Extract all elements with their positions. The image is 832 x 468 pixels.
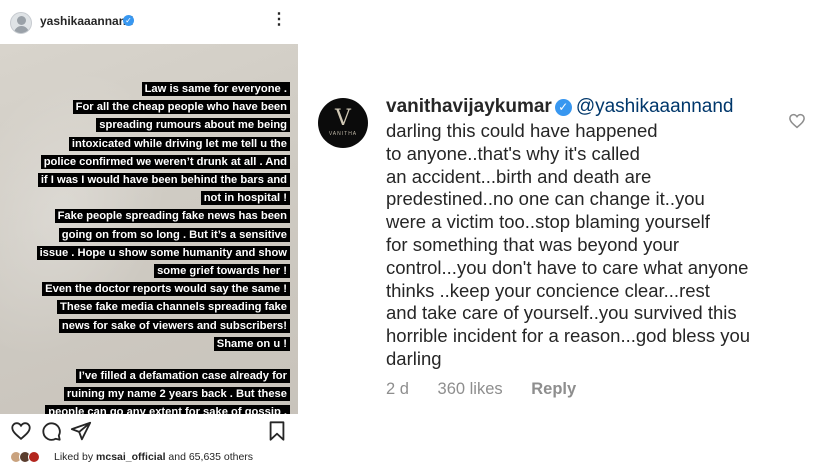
story-text-line-label: people can go any extent for sake of gos… xyxy=(45,405,290,414)
story-text-line: not in hospital ! xyxy=(10,189,290,207)
story-text-line-label: police confirmed we weren’t drunk at all… xyxy=(40,154,290,169)
story-text-line: intoxicated while driving let me tell u … xyxy=(10,135,290,153)
story-text-line: people can go any extent for sake of gos… xyxy=(10,403,290,414)
story-text-line-label: some grief towards her ! xyxy=(154,264,290,279)
comment-likes[interactable]: 360 likes xyxy=(438,380,503,398)
comment-text-line: control...you don't have to care what an… xyxy=(386,256,749,278)
liked-user-link[interactable]: mcsai_official xyxy=(96,451,165,463)
instagram-post: yashikaaannand ✓ ⋮ Law is same for every… xyxy=(0,0,298,468)
story-text-gap xyxy=(10,353,290,367)
story-text-line: I’ve filled a defamation case already fo… xyxy=(10,367,290,385)
story-text-line-label: news for sake of viewers and subscribers… xyxy=(58,318,290,333)
story-text-line-label: intoxicated while driving let me tell u … xyxy=(68,136,290,151)
comment-text-line: darling this could have happened xyxy=(386,120,658,141)
comment-meta: 2 d 360 likes Reply xyxy=(386,380,600,399)
story-text-line: police confirmed we weren’t drunk at all… xyxy=(10,153,290,171)
comment-text-line: horrible incident for a reason...god ble… xyxy=(386,325,751,347)
liked-suffix: and 65,635 others xyxy=(168,451,254,463)
story-text-line-label: Fake people spreading fake news has been xyxy=(54,209,290,224)
comment-text-line: predestined..no one can change it..you xyxy=(386,188,705,210)
story-text: Law is same for everyone . For all the ch… xyxy=(10,80,290,414)
comment-text-line: an accident...birth and death are xyxy=(386,165,652,187)
verified-badge-icon: ✓ xyxy=(123,15,134,26)
story-text-line-label: if I was I would have been behind the ba… xyxy=(37,173,290,188)
story-image: Law is same for everyone . For all the ch… xyxy=(0,44,298,414)
story-text-line: some grief towards her ! xyxy=(10,262,290,280)
story-text-line-label: going on from so long . But it’s a sensi… xyxy=(58,227,290,242)
story-text-line: For all the cheap people who have been xyxy=(10,98,290,116)
story-text-line: These fake media channels spreading fake xyxy=(10,298,290,316)
verified-badge-icon: ✓ xyxy=(554,99,572,116)
share-icon[interactable] xyxy=(70,420,92,442)
story-text-line-label: not in hospital ! xyxy=(200,191,290,206)
comment-text: darling this could have happened to anyon… xyxy=(386,120,806,371)
story-text-line: if I was I would have been behind the ba… xyxy=(10,171,290,189)
liker-avatar xyxy=(28,451,40,463)
story-text-line: going on from so long . But it’s a sensi… xyxy=(10,226,290,244)
story-text-line-label: spreading rumours about me being xyxy=(96,118,290,133)
comment-username[interactable]: vanithavijaykumar xyxy=(386,96,552,117)
avatar[interactable] xyxy=(10,12,32,34)
heart-icon[interactable] xyxy=(10,420,32,442)
post-header: yashikaaannand ✓ ⋮ xyxy=(0,0,298,44)
liked-by-text: Liked by mcsai_official and 65,635 other… xyxy=(54,451,253,463)
comment-text-line: thinks ..keep your concience clear...res… xyxy=(386,279,710,301)
story-text-line: Law is same for everyone . xyxy=(10,80,290,98)
story-text-line-label: Law is same for everyone . xyxy=(141,82,290,96)
reply-button[interactable]: Reply xyxy=(531,380,576,398)
story-text-line-label: For all the cheap people who have been xyxy=(72,100,290,115)
story-text-line-label: Even the doctor reports would say the sa… xyxy=(42,282,290,297)
story-text-line-label: issue . Hope u show some humanity and sh… xyxy=(36,245,290,260)
story-text-line: Fake people spreading fake news has been xyxy=(10,207,290,225)
mention-link[interactable]: @yashikaaannand xyxy=(576,96,734,117)
comment-like-heart-icon[interactable] xyxy=(788,112,806,130)
comment-icon[interactable] xyxy=(40,420,62,442)
story-text-line-label: ruining my name 2 years back . But these xyxy=(63,387,290,402)
comment-text-line: and take care of yourself..you survived … xyxy=(386,302,737,324)
story-text-line: Shame on u ! xyxy=(10,335,290,353)
avatar-logo-text: VANITHA xyxy=(328,131,358,137)
comment-text-line: darling xyxy=(386,347,442,369)
more-icon[interactable]: ⋮ xyxy=(271,10,287,30)
comment-text-line: to anyone..that's why it's called xyxy=(386,142,640,164)
story-text-line: ruining my name 2 years back . But these xyxy=(10,385,290,403)
liked-prefix: Liked by xyxy=(54,451,94,463)
story-text-line: Even the doctor reports would say the sa… xyxy=(10,280,290,298)
comment-text-line: were a victim too..stop blaming yourself xyxy=(386,211,710,233)
story-text-line-label: These fake media channels spreading fake xyxy=(57,300,290,315)
story-text-line: news for sake of viewers and subscribers… xyxy=(10,317,290,335)
comment: V VANITHA vanithavijaykumar ✓ @yashikaaann… xyxy=(310,80,820,420)
story-text-line-label: Shame on u ! xyxy=(213,336,290,351)
bookmark-icon[interactable] xyxy=(266,420,288,442)
story-text-line: spreading rumours about me being xyxy=(10,116,290,134)
avatar-logo-letter: V xyxy=(335,106,351,131)
post-username[interactable]: yashikaaannand xyxy=(40,14,133,28)
liked-by-row: Liked by mcsai_official and 65,635 other… xyxy=(10,448,300,466)
story-text-line-label: I’ve filled a defamation case already fo… xyxy=(75,369,290,384)
comment-time: 2 d xyxy=(386,380,409,398)
comment-header: vanithavijaykumar ✓ @yashikaaannand xyxy=(386,96,734,118)
comment-avatar[interactable]: V VANITHA xyxy=(318,98,368,148)
post-actions xyxy=(0,420,298,444)
story-text-line: issue . Hope u show some humanity and sh… xyxy=(10,244,290,262)
comment-text-line: for something that was beyond your xyxy=(386,233,680,255)
